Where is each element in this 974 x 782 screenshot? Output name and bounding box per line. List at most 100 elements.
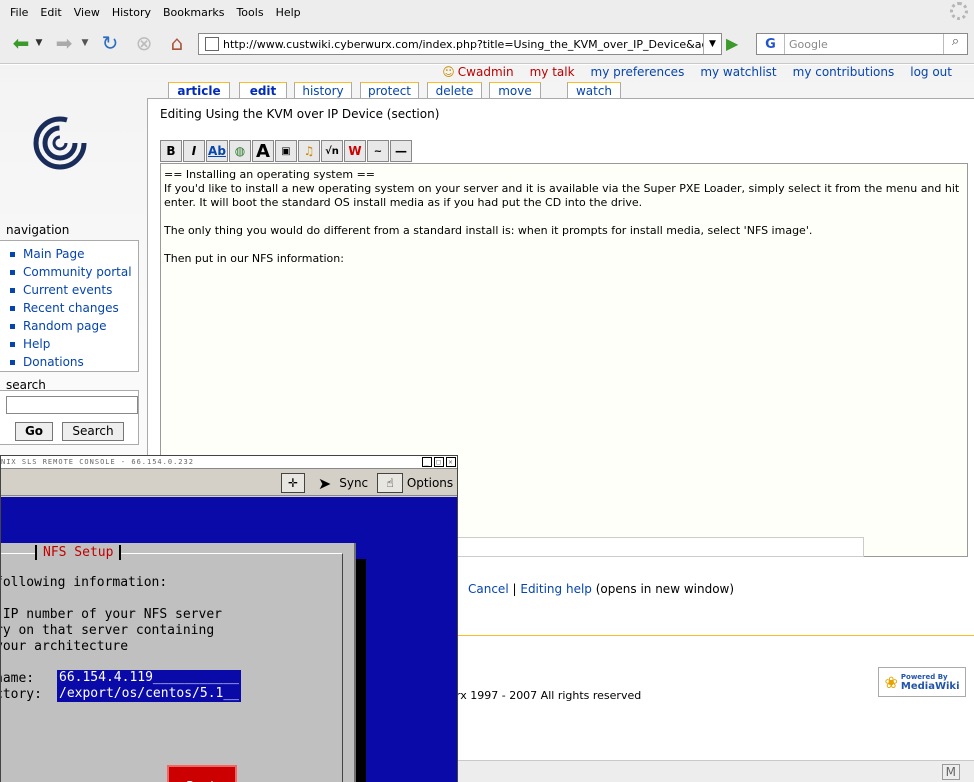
minimize-icon[interactable]: _: [422, 457, 432, 467]
search-field[interactable]: Google: [785, 38, 943, 51]
kvm-title-bar[interactable]: NIX SLS REMOTE CONSOLE - 66.154.0.232 _ …: [1, 456, 457, 469]
internal-link-icon[interactable]: Ab: [206, 140, 228, 162]
menu-file[interactable]: File: [4, 6, 34, 19]
separator: |: [512, 582, 517, 596]
menu-bar: File Edit View History Bookmarks Tools H…: [0, 0, 974, 24]
home-icon: ⌂: [170, 31, 184, 55]
forward-button[interactable]: ➡: [50, 30, 78, 56]
reload-icon: ↻: [101, 31, 119, 55]
search-button[interactable]: Search: [62, 422, 124, 441]
my-contributions-link[interactable]: my contributions: [793, 65, 895, 79]
dialog-shadow: [356, 559, 366, 782]
back-button[interactable]: ⬅: [6, 30, 36, 56]
sync-button[interactable]: ➤ Sync: [313, 473, 373, 493]
copyright-text: rx 1997 - 2007 All rights reserved: [456, 689, 642, 702]
nfs-server-field[interactable]: 66.154.4.119___________: [57, 670, 242, 686]
search-bar[interactable]: G Google ⌕: [756, 33, 968, 55]
log-out-link[interactable]: log out: [910, 65, 952, 79]
close-icon[interactable]: ✕: [446, 457, 456, 467]
cursor-icon: ➤: [317, 473, 332, 493]
sync-label: Sync: [339, 476, 369, 490]
image-icon[interactable]: ▣: [275, 140, 297, 162]
url-dropdown[interactable]: ▼: [703, 34, 721, 54]
go-button[interactable]: Go: [15, 422, 53, 441]
nowiki-icon[interactable]: W: [344, 140, 366, 162]
kvm-remote-screen[interactable]: NFS Setup following information: IP numb…: [1, 497, 457, 782]
menu-help[interactable]: Help: [270, 6, 307, 19]
menu-bookmarks[interactable]: Bookmarks: [157, 6, 230, 19]
page-icon: [205, 37, 219, 51]
home-button[interactable]: ⌂: [162, 30, 192, 56]
magnifier-icon[interactable]: ⌕: [943, 34, 967, 54]
horizontal-line-icon[interactable]: —: [390, 140, 412, 162]
sidebar-item-donations[interactable]: Donations: [10, 353, 138, 371]
menu-history[interactable]: History: [106, 6, 157, 19]
math-icon[interactable]: √n: [321, 140, 343, 162]
back-history-dropdown[interactable]: ▼: [34, 30, 44, 56]
tab-history[interactable]: history: [294, 82, 352, 99]
nfs-directory-field[interactable]: /export/os/centos/5.1__: [57, 686, 242, 702]
my-watchlist-link[interactable]: my watchlist: [700, 65, 776, 79]
navigation-portlet: Main Page Community portal Current event…: [0, 240, 139, 372]
my-talk-link[interactable]: my talk: [530, 65, 575, 79]
italic-icon[interactable]: I: [183, 140, 205, 162]
media-icon[interactable]: ♫: [298, 140, 320, 162]
maximize-icon[interactable]: □: [434, 457, 444, 467]
url-text[interactable]: http://www.custwiki.cyberwurx.com/index.…: [223, 38, 703, 51]
stop-button[interactable]: ⊗: [130, 30, 158, 56]
sidebar-item-community-portal[interactable]: Community portal: [10, 263, 138, 281]
search-engine-selector[interactable]: G: [757, 34, 785, 54]
tab-watch[interactable]: watch: [567, 82, 621, 99]
sidebar-item-recent-changes[interactable]: Recent changes: [10, 299, 138, 317]
back-button-kvm[interactable]: Back: [167, 765, 237, 782]
forward-history-dropdown[interactable]: ▼: [80, 30, 90, 56]
mouse-mode-button[interactable]: ☝: [377, 473, 403, 493]
tab-article[interactable]: article: [168, 82, 230, 99]
dialog-line-2: IP number of your NFS server: [1, 607, 222, 622]
kvm-title-text: NIX SLS REMOTE CONSOLE - 66.154.0.232: [1, 458, 194, 466]
sidebar-item-help[interactable]: Help: [10, 335, 138, 353]
menu-edit[interactable]: Edit: [34, 6, 67, 19]
dialog-line-1: following information:: [1, 575, 168, 590]
bold-icon[interactable]: B: [160, 140, 182, 162]
signature-icon[interactable]: ~: [367, 140, 389, 162]
headline-icon[interactable]: A: [252, 140, 274, 162]
address-bar[interactable]: http://www.custwiki.cyberwurx.com/index.…: [198, 33, 722, 55]
arrow-left-icon: ⬅: [12, 31, 30, 55]
user-page-link[interactable]: ☺ Cwadmin: [442, 65, 513, 79]
fit-screen-button[interactable]: ✛: [281, 473, 305, 493]
pointer-icon: ☝: [386, 476, 394, 490]
editing-help-link[interactable]: Editing help: [520, 582, 592, 596]
user-icon: ☺: [442, 65, 455, 79]
tab-protect[interactable]: protect: [360, 82, 419, 99]
page-title: Editing Using the KVM over IP Device (se…: [160, 107, 440, 121]
tab-edit[interactable]: edit: [239, 82, 287, 99]
my-preferences-link[interactable]: my preferences: [591, 65, 685, 79]
edit-summary-input[interactable]: [448, 537, 864, 557]
go-icon[interactable]: ▶: [726, 34, 738, 53]
badge-bottom-text: MediaWiki: [900, 681, 960, 692]
nfs-server-label: name:: [1, 671, 35, 686]
kvm-console-window[interactable]: NIX SLS REMOTE CONSOLE - 66.154.0.232 _ …: [0, 455, 458, 782]
edit-actions: Cancel | Editing help (opens in new wind…: [468, 582, 734, 596]
external-link-icon[interactable]: ◍: [229, 140, 251, 162]
nfs-directory-label: ctory:: [1, 687, 42, 702]
cancel-link[interactable]: Cancel: [468, 582, 509, 596]
menu-tools[interactable]: Tools: [230, 6, 269, 19]
powered-by-mediawiki-badge[interactable]: ❀ Powered By MediaWiki: [878, 667, 966, 697]
tab-delete[interactable]: delete: [427, 82, 482, 99]
options-button[interactable]: Options: [405, 473, 455, 493]
dialog-title: NFS Setup: [35, 545, 122, 560]
sidebar-item-random-page[interactable]: Random page: [10, 317, 138, 335]
sidebar-search-input[interactable]: [6, 396, 138, 414]
reload-button[interactable]: ↻: [96, 30, 124, 56]
tab-move[interactable]: move: [489, 82, 541, 99]
dialog-line-3: ry on that server containing: [1, 623, 215, 638]
sidebar-item-current-events[interactable]: Current events: [10, 281, 138, 299]
arrow-right-icon: ➡: [55, 31, 73, 55]
mail-icon[interactable]: M: [941, 764, 960, 780]
menu-view[interactable]: View: [68, 6, 106, 19]
edit-toolbar: B I Ab ◍ A ▣ ♫ √n W ~ —: [160, 140, 413, 162]
mediawiki-flower-icon: ❀: [884, 672, 898, 692]
sidebar-item-main-page[interactable]: Main Page: [10, 245, 138, 263]
